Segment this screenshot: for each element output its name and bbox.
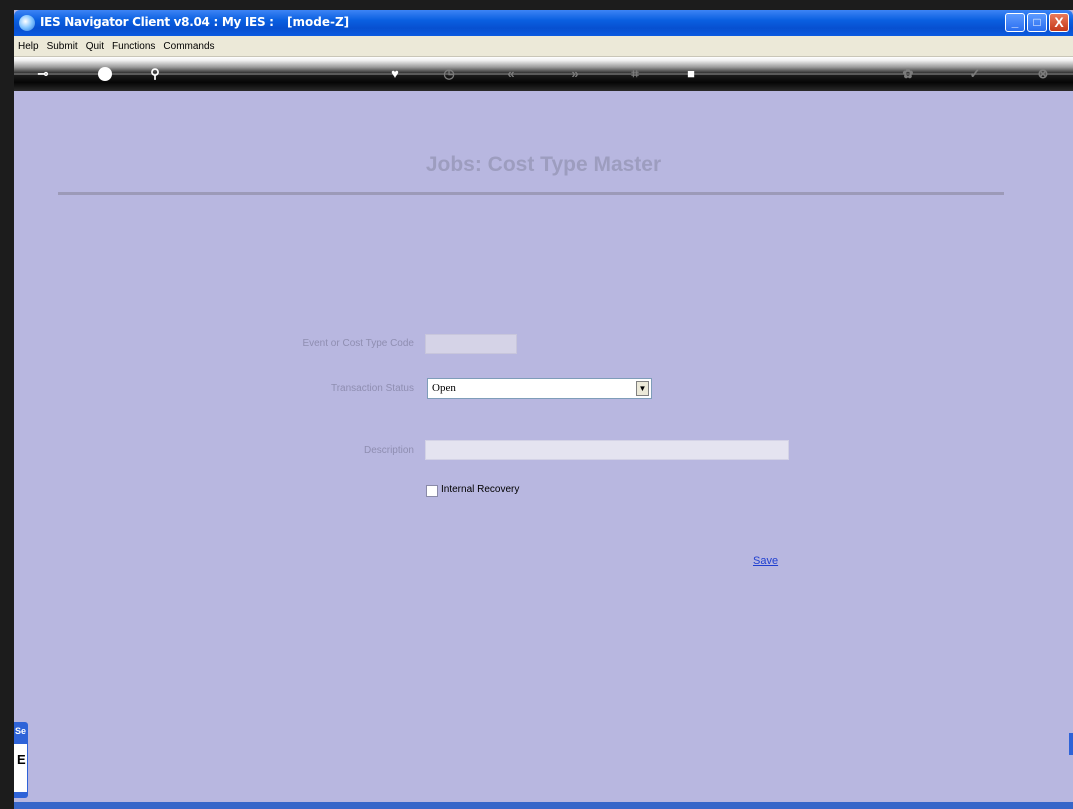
close-window-icon: X — [1054, 14, 1064, 30]
description-label: Description — [363, 445, 414, 456]
stop-icon[interactable]: ■ — [682, 65, 700, 83]
search-icon[interactable]: ⚲ — [146, 65, 164, 83]
page-title: Jobs: Cost Type Master — [425, 153, 662, 176]
maximize-icon: □ — [1033, 15, 1041, 29]
refresh-icon[interactable]: ✿ — [899, 65, 917, 83]
side-panel-content-text: E — [17, 752, 26, 767]
toolbar: ⊸ ⚲ ♥ ◷ « » ⌗ ■ ✿ ✓ ⊗ — [14, 57, 1073, 91]
help-icon[interactable] — [98, 67, 112, 81]
status-strip — [14, 802, 1073, 809]
close-window-button[interactable]: X — [1049, 13, 1069, 32]
menu-bar: Help Submit Quit Functions Commands — [14, 36, 1073, 57]
heart-icon[interactable]: ♥ — [386, 65, 404, 83]
close-icon[interactable]: ⊗ — [1034, 65, 1052, 83]
save-link[interactable]: Save — [753, 555, 778, 567]
app-window: IES Navigator Client v8.04 : My IES : [m… — [14, 10, 1073, 809]
title-divider — [58, 192, 1004, 195]
status-select[interactable]: Open ▼ — [427, 378, 652, 399]
minimize-icon: _ — [1011, 15, 1019, 29]
code-field[interactable] — [425, 334, 517, 354]
menu-quit[interactable]: Quit — [82, 37, 108, 52]
side-panel-tab-label: Se — [15, 726, 27, 736]
description-field[interactable] — [425, 440, 789, 460]
next-icon[interactable]: » — [566, 65, 584, 83]
bookmark-icon[interactable]: ⌗ — [626, 65, 644, 83]
status-value: Open — [432, 382, 456, 394]
maximize-button[interactable]: □ — [1027, 13, 1047, 32]
menu-submit[interactable]: Submit — [43, 37, 82, 52]
status-label: Transaction Status — [330, 383, 414, 394]
key-icon[interactable]: ⊸ — [28, 65, 58, 83]
chevron-down-icon[interactable]: ▼ — [636, 381, 649, 396]
code-label: Event or Cost Type Code — [302, 338, 414, 349]
app-logo-icon — [19, 15, 35, 31]
right-edge-tab[interactable] — [1069, 733, 1073, 755]
menu-help[interactable]: Help — [14, 37, 43, 52]
internal-recovery-checkbox[interactable] — [426, 485, 438, 497]
minimize-button[interactable]: _ — [1005, 13, 1025, 32]
side-panel-tab[interactable]: Se E — [14, 722, 28, 798]
internal-recovery-label: Internal Recovery — [441, 484, 520, 495]
window-title: IES Navigator Client v8.04 : My IES : — [40, 15, 274, 29]
menu-functions[interactable]: Functions — [108, 37, 159, 52]
previous-icon[interactable]: « — [502, 65, 520, 83]
side-panel-content: E — [14, 744, 27, 792]
confirm-icon[interactable]: ✓ — [966, 65, 984, 83]
menu-commands[interactable]: Commands — [159, 37, 218, 52]
clock-icon[interactable]: ◷ — [440, 65, 458, 83]
title-bar[interactable]: IES Navigator Client v8.04 : My IES : [m… — [14, 10, 1073, 36]
window-mode: [mode-Z] — [287, 15, 350, 29]
